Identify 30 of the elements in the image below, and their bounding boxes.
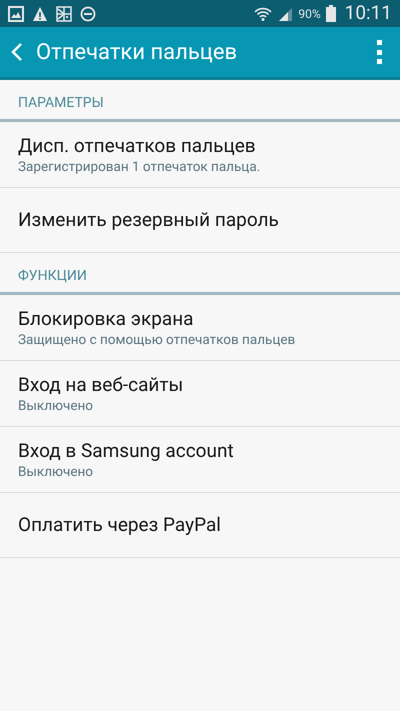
settings-item[interactable]: Блокировка экрана Защищено с помощью отпечатков пальцев [0,295,400,361]
do-not-disturb-icon [80,6,96,22]
battery-icon [326,5,336,22]
more-options-icon[interactable] [376,40,382,64]
warning-icon [32,6,48,22]
item-title: Блокировка экрана [18,306,195,330]
settings-item[interactable]: Изменить резервный пароль [0,188,400,253]
screen-title: Отпечатки пальцев [36,38,238,66]
item-subtitle: Защищено с помощью отпечатков пальцев [18,330,296,348]
section-header: ПАРАМЕТРЫ [18,94,104,113]
back-icon[interactable] [10,42,24,62]
settings-item[interactable]: Дисп. отпечатков пальцев Зарегистрирован 1 отпечаток пальца. [0,122,400,188]
image-icon [8,6,24,22]
settings-item[interactable]: Вход в Samsung account Выключено [0,427,400,493]
settings-item[interactable]: Вход на веб-сайты Выключено [0,361,400,427]
item-title: Дисп. отпечатков пальцев [18,134,257,158]
item-subtitle: Выключено [18,462,94,480]
item-subtitle: Зарегистрирован 1 отпечаток пальца. [18,158,262,176]
section-header: ФУНКЦИИ [18,267,87,286]
clock: 10:11 [344,0,392,26]
item-title: Изменить резервный пароль [18,208,280,232]
wifi-icon [254,6,272,22]
item-subtitle: Выключено [18,396,94,414]
settings-item[interactable]: Оплатить через PayPal [0,493,400,558]
grid-icon [56,6,72,22]
item-title: Вход в Samsung account [18,438,235,462]
battery-percent: 90% [298,6,321,22]
item-title: Вход на веб-сайты [18,372,184,396]
item-title: Оплатить через PayPal [18,513,222,537]
signal-icon [277,6,294,22]
